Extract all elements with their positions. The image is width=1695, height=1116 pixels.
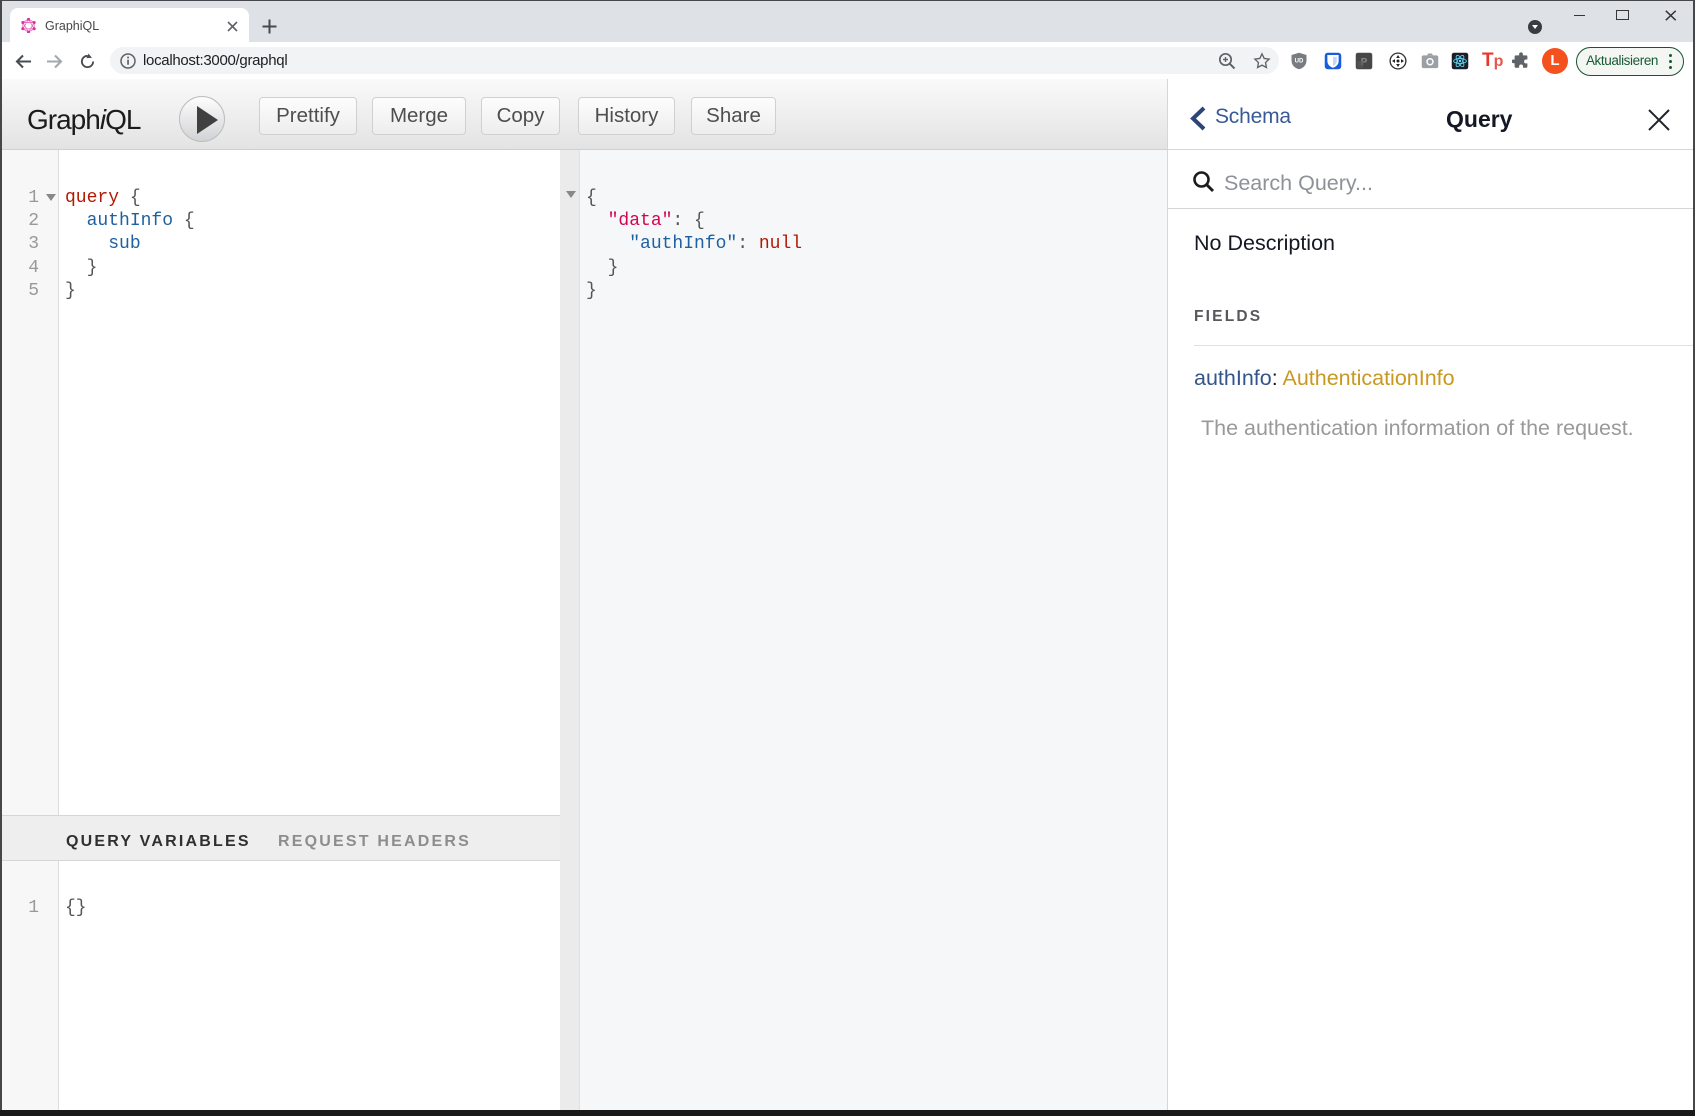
svg-text:UD: UD <box>1295 59 1304 65</box>
